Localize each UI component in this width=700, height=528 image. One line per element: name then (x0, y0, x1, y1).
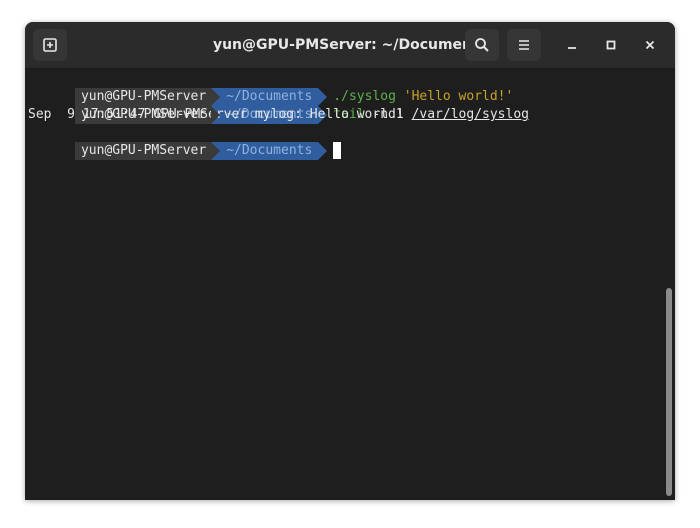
terminal-line: yun@GPU-PMServer ~/Documents (28, 124, 342, 160)
minimize-icon (568, 47, 576, 49)
scrollbar[interactable] (663, 69, 675, 500)
terminal-output-area[interactable]: yun@GPU-PMServer ~/Documents ./syslog 'Hel… (25, 69, 675, 500)
text-cursor (333, 142, 342, 159)
search-button[interactable] (465, 29, 499, 61)
menu-button[interactable] (507, 29, 541, 61)
close-button[interactable] (638, 35, 662, 55)
hamburger-menu-icon (519, 40, 529, 50)
command-path: /var/log/syslog (411, 107, 529, 122)
prompt-directory: ~/Documents (211, 142, 328, 160)
terminal-line: yun@GPU-PMServer ~/Documents ./syslog 'Hel… (28, 70, 513, 106)
terminal-line: yun@GPU-PMServer ~/Documents tail -n 1 /va… (28, 88, 529, 124)
maximize-icon (606, 40, 616, 50)
prompt-user: yun@GPU-PMServer (74, 142, 221, 160)
search-icon (475, 38, 489, 52)
close-icon (645, 40, 655, 50)
minimize-button[interactable] (560, 35, 584, 55)
title-bar: yun@GPU-PMServer: ~/Documents (25, 22, 675, 69)
terminal-window: yun@GPU-PMServer: ~/Documents yun@GPU-PM… (25, 22, 675, 500)
maximize-button[interactable] (599, 35, 623, 55)
scrollbar-thumb[interactable] (666, 288, 672, 496)
new-tab-button[interactable] (33, 29, 67, 61)
new-tab-icon (43, 38, 57, 52)
